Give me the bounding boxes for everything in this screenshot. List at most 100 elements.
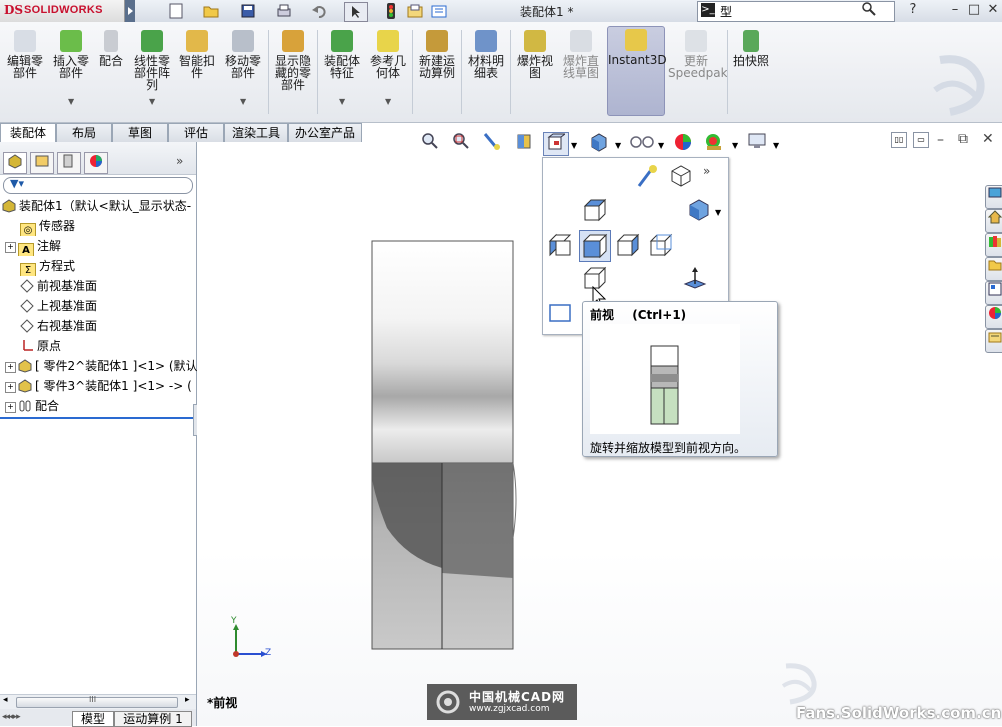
panel-expand-chevron-icon[interactable]: » (176, 154, 183, 168)
minimize-button[interactable]: – (946, 2, 964, 19)
scroll-left-icon[interactable]: ◂ (3, 695, 8, 705)
select-arrow-icon[interactable] (344, 2, 368, 22)
scroll-right-icon[interactable]: ▸ (185, 695, 190, 705)
apply-scene-icon[interactable] (703, 132, 725, 154)
rebuild-traffic-light-icon[interactable] (383, 2, 399, 20)
zoom-to-area-icon[interactable] (450, 132, 472, 154)
expand-plus-icon[interactable]: + (5, 402, 16, 413)
close-button[interactable]: ✕ (984, 2, 1002, 19)
front-view-icon[interactable] (579, 230, 611, 262)
tree-horizontal-scrollbar[interactable]: ◂ III ▸ (0, 694, 196, 709)
tab-nav-arrows-icon[interactable]: ◂◂◂▸▸ (2, 712, 21, 722)
tree-rollback-bar[interactable] (0, 417, 196, 419)
undo-icon[interactable] (308, 2, 330, 20)
top-view-icon[interactable] (583, 198, 607, 222)
open-folder-icon[interactable] (200, 2, 222, 20)
assembly-feature-button[interactable]: 装配体特征 ▼ (321, 28, 363, 118)
view-orientation-icon[interactable] (543, 132, 569, 156)
search-commands-input[interactable]: >_ 型 (697, 1, 895, 22)
viewport-minimize-icon[interactable]: – (937, 132, 944, 148)
feature-manager-tab-icon[interactable] (3, 152, 27, 174)
view-palette-icon[interactable] (985, 281, 1002, 305)
section-view-icon[interactable] (513, 132, 535, 154)
appearances-icon[interactable] (985, 305, 1002, 329)
back-view-icon[interactable] (649, 233, 673, 257)
tree-item-mates[interactable]: + 配合 (0, 396, 201, 416)
tab-assembly[interactable]: 装配体 (0, 123, 56, 143)
chevron-down-icon[interactable]: ▼ (732, 141, 738, 150)
single-view-icon[interactable] (548, 301, 572, 325)
tab-office-products[interactable]: 办公室产品 (288, 123, 362, 142)
new-motion-study-button[interactable]: 新建运动算例 (416, 28, 458, 118)
previous-view-icon[interactable] (482, 132, 504, 154)
print-icon[interactable] (273, 2, 295, 20)
split-horizontal-icon[interactable]: ▭ (913, 132, 929, 148)
custom-properties-icon[interactable] (985, 329, 1002, 353)
scrollbar-thumb[interactable]: III (16, 695, 178, 708)
tab-render-tools[interactable]: 渲染工具 (224, 123, 288, 142)
hide-show-items-icon[interactable] (628, 132, 656, 154)
expand-plus-icon[interactable]: + (5, 242, 16, 253)
solidworks-logo[interactable]: DS SOLIDWORKS (0, 0, 125, 22)
view-selector-icon[interactable] (637, 164, 661, 188)
chevron-down-icon[interactable]: ▼ (240, 96, 246, 108)
tree-item-sensors[interactable]: ◎ 传感器 (0, 216, 216, 236)
take-snapshot-button[interactable]: 拍快照 (731, 28, 771, 118)
update-speedpak-button[interactable]: 更新Speedpak (668, 28, 728, 118)
linear-pattern-button[interactable]: 线性零部件阵列 ▼ (131, 28, 173, 118)
insert-component-button[interactable]: 插入零部件 ▼ (50, 28, 92, 118)
edit-appearance-icon[interactable] (672, 132, 694, 154)
tab-evaluate[interactable]: 评估 (168, 123, 224, 142)
file-explorer-icon[interactable] (985, 257, 1002, 281)
display-manager-tab-icon[interactable] (84, 152, 108, 174)
search-icon[interactable] (862, 2, 876, 20)
save-icon[interactable] (237, 2, 259, 20)
viewport-restore-icon[interactable]: ⧉ (958, 131, 968, 147)
expand-plus-icon[interactable]: + (5, 362, 16, 373)
tree-item-part3[interactable]: + [ 零件3^装配体1 ]<1> -> ( (0, 376, 201, 396)
chevron-down-icon[interactable]: ▼ (339, 96, 345, 108)
right-view-icon[interactable] (616, 233, 640, 257)
exploded-view-button[interactable]: 爆炸视图 (514, 28, 556, 118)
tree-filter-input[interactable]: ▼▾ (3, 177, 193, 194)
chevron-down-icon[interactable]: ▼ (68, 96, 74, 108)
new-document-icon[interactable] (165, 2, 187, 20)
split-viewport-icon[interactable]: ▯▯ (891, 132, 907, 148)
chevron-down-icon[interactable]: ▼ (385, 96, 391, 108)
expand-plus-icon[interactable]: + (5, 382, 16, 393)
design-library-icon[interactable] (985, 233, 1002, 257)
smart-fasteners-button[interactable]: 智能扣件 (178, 28, 216, 118)
left-view-icon[interactable] (548, 233, 572, 257)
solidworks-resources-icon[interactable] (985, 185, 1002, 209)
chevron-down-icon[interactable]: ▼ (715, 208, 721, 217)
options-icon[interactable] (428, 2, 450, 20)
chevron-down-icon[interactable]: ▼ (571, 141, 577, 150)
new-view-icon[interactable] (669, 164, 693, 188)
property-manager-tab-icon[interactable] (30, 152, 54, 174)
tree-item-part2[interactable]: + [ 零件2^装配体1 ]<1> (默认 (0, 356, 201, 376)
normal-to-icon[interactable] (683, 266, 707, 290)
display-style-icon[interactable] (588, 132, 610, 154)
chevron-down-icon[interactable]: ▼ (615, 141, 621, 150)
chevron-down-icon[interactable]: ▼ (149, 96, 155, 108)
home-icon[interactable] (985, 209, 1002, 233)
tree-item-top-plane[interactable]: 上视基准面 (0, 296, 216, 316)
tree-item-origin[interactable]: 原点 (0, 336, 216, 356)
instant3d-toggle[interactable]: Instant3D (607, 26, 667, 116)
file-properties-icon[interactable] (404, 2, 426, 20)
viewport-close-icon[interactable]: ✕ (982, 131, 994, 147)
tab-motion-study[interactable]: 运动算例 1 (114, 711, 192, 727)
tree-item-right-plane[interactable]: 右视基准面 (0, 316, 216, 336)
view-settings-icon[interactable] (746, 132, 768, 154)
bom-button[interactable]: 材料明细表 (465, 28, 507, 118)
tree-item-equations[interactable]: Σ 方程式 (0, 256, 216, 276)
assembly-model-front-view[interactable] (367, 238, 527, 654)
edit-component-button[interactable]: 编辑零部件 (4, 28, 46, 118)
dropdown-expand-chevron-icon[interactable]: » (703, 164, 710, 178)
zoom-to-fit-icon[interactable] (419, 132, 441, 154)
tab-model[interactable]: 模型 (72, 711, 114, 727)
tree-item-annotations[interactable]: + A 注解 (0, 236, 201, 256)
tree-root[interactable]: 装配体1（默认<默认_显示状态- (0, 196, 196, 216)
tree-item-front-plane[interactable]: 前视基准面 (0, 276, 216, 296)
menu-expand-arrow[interactable] (125, 0, 135, 22)
